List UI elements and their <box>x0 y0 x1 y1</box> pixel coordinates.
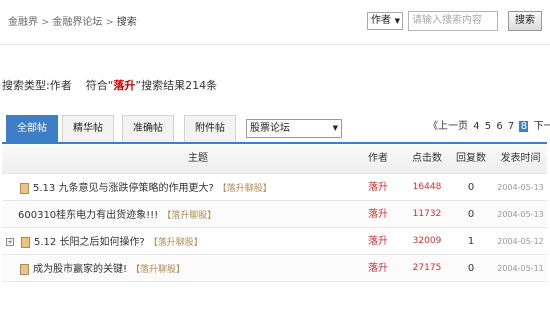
breadcrumb-home[interactable]: 金融界 <box>8 17 38 28</box>
post-author[interactable]: 落升 <box>350 255 406 281</box>
post-title-link[interactable]: 5.13 九条意见与涨跌停策略的作用更大? <box>33 183 214 194</box>
post-clicks: 32009 <box>412 236 442 246</box>
top-bar: 金融界 > 金融界论坛 > 搜索 作者 ▼ 请输入搜索内容 搜索 <box>0 0 550 40</box>
post-author[interactable]: 落升 <box>350 174 406 200</box>
post-author[interactable]: 落升 <box>350 228 406 254</box>
search-type-label: 搜索类型:作者 <box>2 79 72 92</box>
header-replies: 回复数 <box>456 153 486 164</box>
post-time: 2004-05-11 <box>497 264 544 273</box>
post-clicks: 11732 <box>412 209 442 219</box>
search-type-select[interactable]: 作者 ▼ <box>367 12 403 30</box>
tab-attachment-posts[interactable]: 附件帖 <box>184 115 236 142</box>
post-clicks: 16448 <box>412 182 442 192</box>
search-button[interactable]: 搜索 <box>508 11 542 31</box>
forum-select[interactable]: 股票论坛 ▼ <box>246 119 342 138</box>
breadcrumb-current: 搜索 <box>116 17 137 28</box>
breadcrumb: 金融界 > 金融界论坛 > 搜索 <box>8 13 137 28</box>
row-title-cell: 5.13 九条意见与涨跌停策略的作用更大? 【落升聊股】 <box>2 174 350 200</box>
dropdown-arrow-icon: ▼ <box>332 124 338 132</box>
result-keyword: 落升 <box>113 79 136 92</box>
post-time: 2004-05-12 <box>497 237 544 246</box>
post-tag[interactable]: 【落升聊股】 <box>162 211 216 221</box>
results-table: 主题 作者 点击数 回复数 发表时间 5.13 九条意见与涨跌停策略的作用更大?… <box>2 142 547 282</box>
row-title-cell: 600310桂东电力有出货迹象!!! 【落升聊股】 <box>2 201 350 227</box>
table-row[interactable]: +5.12 长阳之后如何操作? 【落升聊股】 落升 32009 1 2004-05… <box>2 228 547 255</box>
post-time: 2004-05-13 <box>497 183 544 192</box>
post-tag[interactable]: 【落升聊股】 <box>149 238 203 248</box>
tab-accurate-posts[interactable]: 准确帖 <box>122 115 174 142</box>
header-divider <box>0 44 550 45</box>
pager-page[interactable]: 5 <box>485 121 491 132</box>
pager-next[interactable]: 下一页 <box>534 121 550 132</box>
row-title-cell: +5.12 长阳之后如何操作? 【落升聊股】 <box>2 228 350 254</box>
post-clicks: 27175 <box>412 263 442 273</box>
tab-featured-posts[interactable]: 精华帖 <box>62 115 114 142</box>
post-title-link[interactable]: 成为股市赢家的关键! <box>33 264 127 275</box>
post-replies: 1 <box>467 236 475 247</box>
breadcrumb-forum[interactable]: 金融界论坛 <box>52 17 102 28</box>
post-title-link[interactable]: 5.12 长阳之后如何操作? <box>34 237 145 248</box>
table-row[interactable]: 成为股市赢家的关键! 【落升聊股】 落升 27175 0 2004-05-11 <box>2 255 547 282</box>
folder-icon <box>20 263 29 275</box>
header-title: 主题 <box>188 153 208 164</box>
post-title-link[interactable]: 600310桂东电力有出货迹象!!! <box>18 210 158 221</box>
breadcrumb-separator: > <box>105 17 114 28</box>
pager-prev[interactable]: 《上一页 <box>428 121 468 132</box>
result-suffix: ”搜索结果214条 <box>135 79 218 92</box>
post-replies: 0 <box>467 182 475 193</box>
header-author: 作者 <box>368 153 388 164</box>
post-tag[interactable]: 【落升聊股】 <box>131 265 185 275</box>
folder-icon <box>21 236 30 248</box>
header-clicks: 点击数 <box>412 153 442 164</box>
forum-select-value: 股票论坛 <box>250 123 290 134</box>
table-row[interactable]: 600310桂东电力有出货迹象!!! 【落升聊股】 落升 11732 0 2004… <box>2 201 547 228</box>
result-prefix: 符合“ <box>85 79 114 92</box>
pager-page[interactable]: 7 <box>508 121 514 132</box>
pager-current-page: 8 <box>519 121 529 132</box>
tab-all-posts[interactable]: 全部帖 <box>6 115 58 142</box>
post-replies: 0 <box>467 209 475 220</box>
expand-icon[interactable]: + <box>6 238 14 246</box>
table-header: 主题 作者 点击数 回复数 发表时间 <box>2 144 547 174</box>
row-title-cell: 成为股市赢家的关键! 【落升聊股】 <box>2 255 350 281</box>
post-author[interactable]: 落升 <box>350 201 406 227</box>
header-time: 发表时间 <box>500 153 541 164</box>
search-type-value: 作者 <box>371 15 391 26</box>
pagination: 《上一页 4 5 6 7 8 下一页 <box>428 117 550 132</box>
breadcrumb-separator: > <box>41 17 50 28</box>
table-row[interactable]: 5.13 九条意见与涨跌停策略的作用更大? 【落升聊股】 落升 16448 0 2… <box>2 174 547 201</box>
pager-page[interactable]: 4 <box>473 121 479 132</box>
pager-page[interactable]: 6 <box>496 121 502 132</box>
post-tag[interactable]: 【落升聊股】 <box>218 184 272 194</box>
search-result-summary: 搜索类型:作者 符合“落升”搜索结果214条 <box>2 77 217 93</box>
search-input[interactable]: 请输入搜索内容 <box>408 11 498 31</box>
dropdown-arrow-icon: ▼ <box>394 17 400 25</box>
folder-icon <box>20 182 29 194</box>
post-time: 2004-05-13 <box>497 210 544 219</box>
post-replies: 0 <box>467 263 475 274</box>
